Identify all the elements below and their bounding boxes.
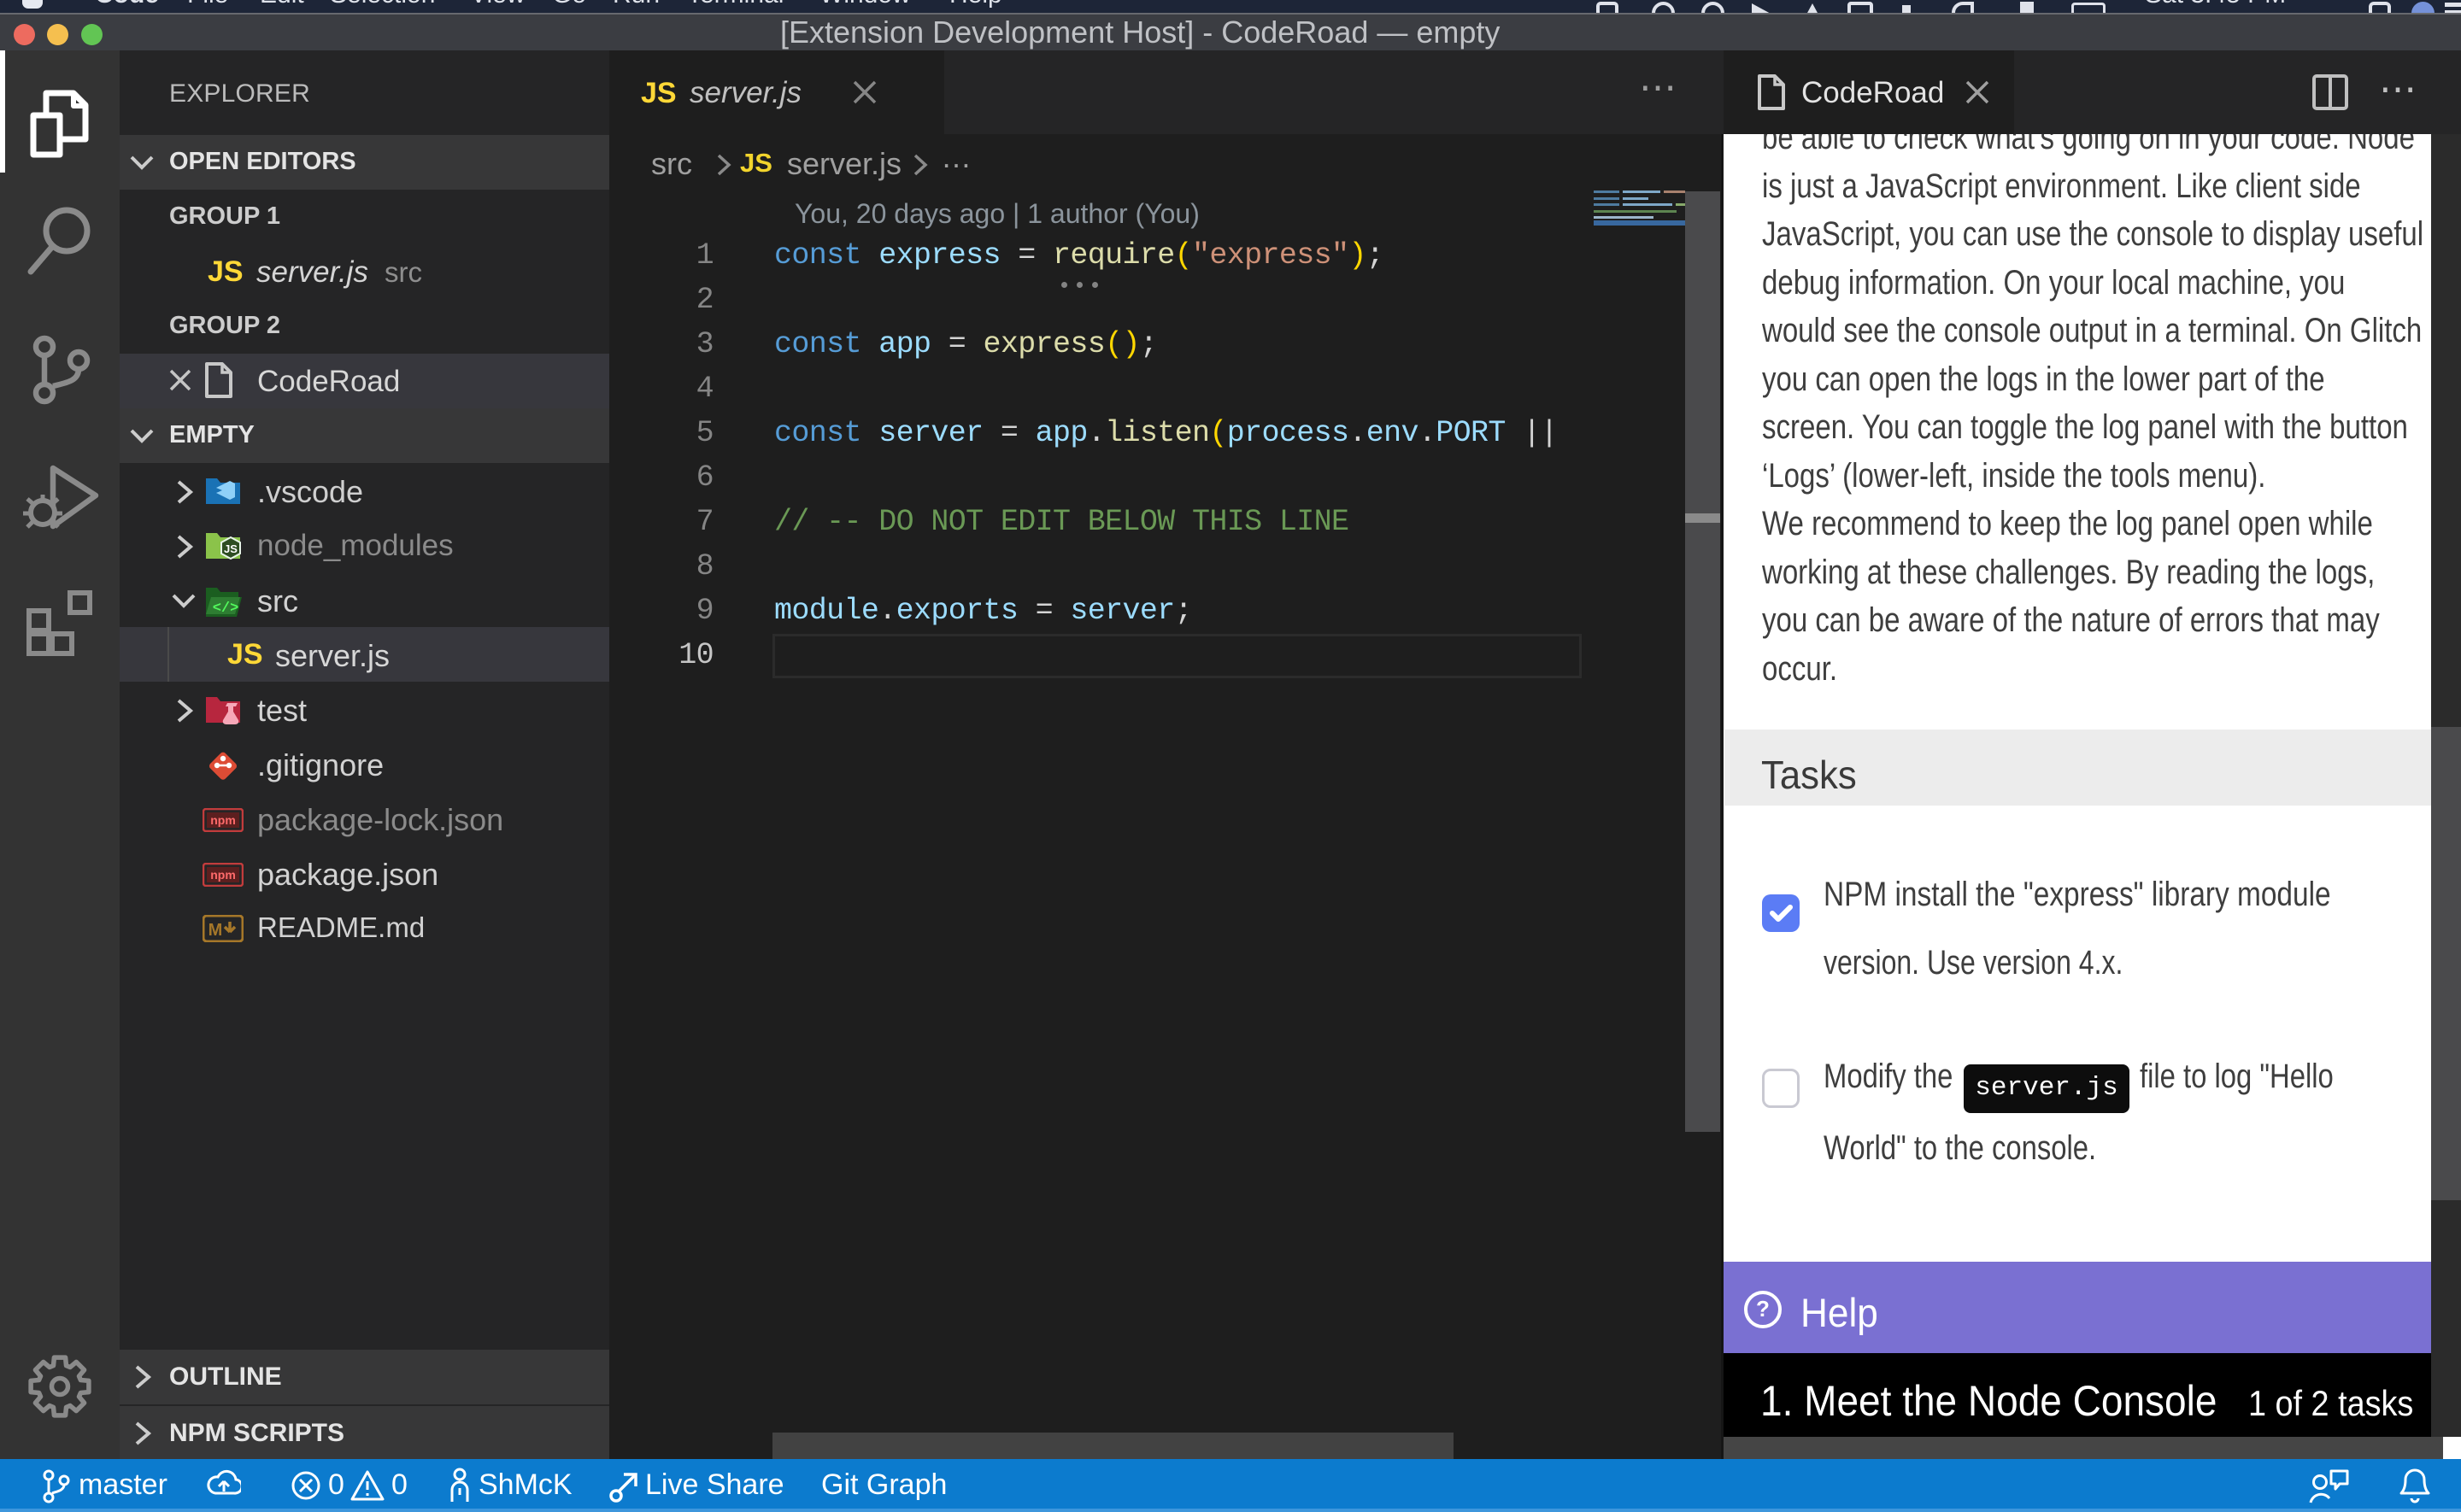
svg-text:</>: </> (213, 601, 239, 617)
svg-text:?: ? (1756, 1296, 1770, 1322)
svg-text:npm: npm (210, 813, 236, 827)
svg-text:M: M (209, 921, 223, 940)
svg-text:npm: npm (210, 868, 236, 882)
svg-text:JS: JS (224, 542, 238, 555)
